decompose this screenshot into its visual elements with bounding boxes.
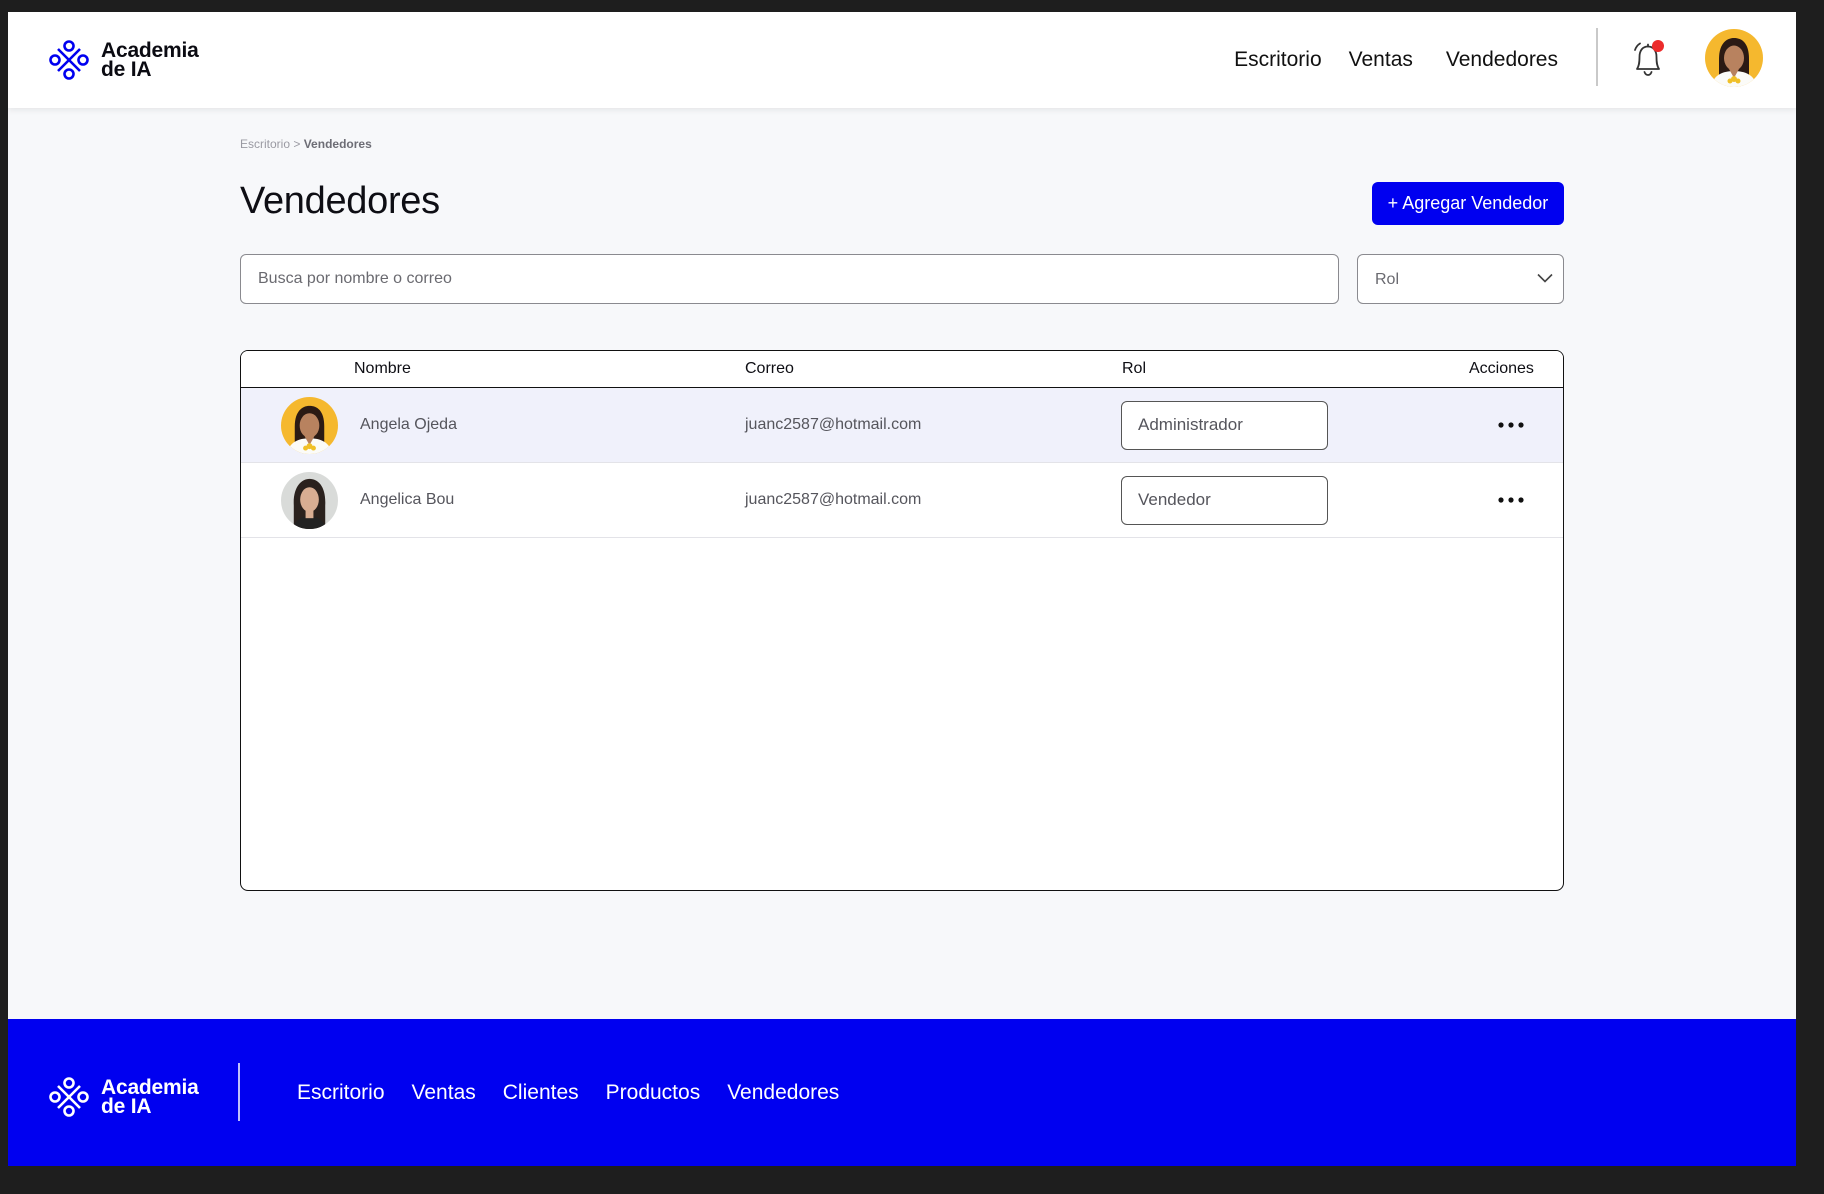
more-dots-icon: [1498, 497, 1524, 503]
footer-nav-vendedores[interactable]: Vendedores: [727, 1081, 839, 1105]
notification-dot: [1652, 40, 1664, 52]
footer-nav-ventas[interactable]: Ventas: [412, 1081, 476, 1105]
role-dropdown[interactable]: Administrador: [1121, 401, 1328, 450]
column-header-role[interactable]: Rol: [1122, 360, 1146, 378]
row-actions-button[interactable]: [1497, 416, 1525, 434]
footer: Academia de IA Escritorio Ventas Cliente…: [8, 1019, 1796, 1166]
top-header: Academia de IA Escritorio Ventas Vendedo…: [8, 12, 1796, 108]
logo-icon: [49, 1077, 89, 1117]
footer-nav: Escritorio Ventas Clientes Productos Ven…: [297, 1019, 866, 1166]
avatar-image: [1705, 29, 1763, 87]
footer-nav-productos[interactable]: Productos: [606, 1081, 701, 1105]
breadcrumb-current: Vendedores: [303, 137, 372, 151]
more-dots-icon: [1498, 422, 1524, 428]
footer-divider: [238, 1063, 240, 1121]
footer-brand-line2: de IA: [101, 1095, 152, 1118]
row-actions-button[interactable]: [1497, 491, 1525, 509]
brand-line2: de IA: [101, 58, 152, 81]
chevron-down-icon: [1537, 273, 1553, 283]
app-frame: Academia de IA Escritorio Ventas Vendedo…: [8, 12, 1796, 1166]
footer-brand-logo[interactable]: Academia de IA: [48, 1076, 199, 1118]
brand-logo[interactable]: Academia de IA: [48, 39, 199, 81]
column-header-actions: Acciones: [1469, 360, 1534, 377]
user-avatar[interactable]: [1705, 29, 1763, 87]
role-filter-label: Rol: [1375, 271, 1400, 288]
avatar: [281, 397, 338, 454]
vendor-email: juanc2587@hotmail.com: [745, 416, 922, 433]
top-nav: Escritorio Ventas Vendedores: [1234, 12, 1558, 108]
column-header-email[interactable]: Correo: [745, 360, 794, 378]
breadcrumb: Escritorio > Vendedores: [240, 137, 372, 151]
vendor-name: Angelica Bou: [360, 491, 455, 508]
nav-ventas[interactable]: Ventas: [1349, 48, 1413, 72]
notifications-button[interactable]: [1628, 38, 1668, 80]
vendor-email: juanc2587@hotmail.com: [745, 491, 922, 508]
table-header: Nombre Correo Rol Acciones: [241, 351, 1563, 388]
avatar: [281, 472, 338, 529]
add-vendor-button[interactable]: + Agregar Vendedor: [1372, 182, 1564, 225]
page-title: Vendedores: [240, 180, 440, 222]
vendor-name: Angela Ojeda: [360, 416, 457, 433]
table-row[interactable]: Angela Ojeda juanc2587@hotmail.com Admin…: [241, 388, 1563, 463]
footer-brand-name: Academia de IA: [101, 1077, 199, 1118]
column-header-name[interactable]: Nombre: [354, 360, 411, 378]
role-dropdown[interactable]: Vendedor: [1121, 476, 1328, 525]
breadcrumb-separator: >: [293, 137, 301, 151]
role-filter-select[interactable]: Rol: [1357, 254, 1564, 304]
vendors-table: Nombre Correo Rol Acciones Angela Ojeda: [240, 350, 1564, 891]
footer-nav-clientes[interactable]: Clientes: [503, 1081, 579, 1105]
avatar-image: [281, 397, 338, 454]
table-row[interactable]: Angelica Bou juanc2587@hotmail.com Vende…: [241, 463, 1563, 538]
nav-escritorio[interactable]: Escritorio: [1234, 48, 1322, 72]
footer-nav-escritorio[interactable]: Escritorio: [297, 1081, 385, 1105]
logo-icon: [49, 40, 89, 80]
avatar-image: [281, 472, 338, 529]
brand-name: Academia de IA: [101, 40, 199, 81]
search-input[interactable]: [240, 254, 1339, 304]
breadcrumb-parent[interactable]: Escritorio: [240, 137, 290, 151]
nav-vendedores[interactable]: Vendedores: [1446, 48, 1558, 72]
header-divider: [1596, 28, 1598, 86]
